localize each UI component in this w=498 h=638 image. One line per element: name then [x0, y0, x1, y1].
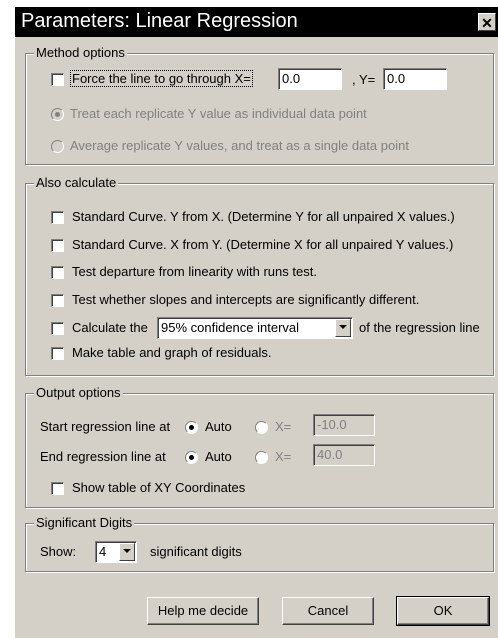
std-curve-y-from-x-label[interactable]: Standard Curve. Y from X. (Determine Y f… — [72, 209, 455, 224]
chevron-down-icon[interactable] — [119, 543, 135, 561]
start-regression-label: Start regression line at — [40, 419, 171, 434]
also-calculate-group: Also calculate Standard Curve. Y from X.… — [25, 175, 495, 377]
help-button-label: Help me decide — [157, 603, 249, 618]
interval-type-select[interactable]: 95% confidence interval — [157, 317, 353, 339]
ok-button-label: OK — [433, 603, 453, 618]
significant-digits-legend: Significant Digits — [34, 515, 135, 530]
calculate-interval-checkbox[interactable] — [51, 322, 64, 335]
method-options-legend: Method options — [34, 45, 127, 60]
treat-each-label[interactable]: Treat each replicate Y value as individu… — [70, 106, 367, 121]
residuals-checkbox[interactable] — [51, 347, 64, 360]
start-x-input[interactable]: -10.0 — [313, 414, 375, 436]
dialog-title: Parameters: Linear Regression — [21, 10, 298, 32]
title-bar[interactable]: Parameters: Linear Regression ✕ — [15, 7, 498, 37]
treat-each-radio[interactable] — [51, 108, 64, 121]
start-x-radio[interactable] — [255, 421, 268, 434]
calculate-the-label[interactable]: Calculate the — [72, 320, 148, 335]
help-me-decide-button[interactable]: Help me decide — [147, 597, 259, 625]
cancel-button[interactable]: Cancel — [282, 597, 374, 625]
close-button[interactable]: ✕ — [478, 13, 496, 31]
start-x-label[interactable]: X= — [275, 419, 291, 434]
average-replicates-label[interactable]: Average replicate Y values, and treat as… — [70, 138, 409, 153]
output-options-legend: Output options — [34, 385, 123, 400]
radio-selected-dot — [55, 112, 60, 117]
force-y-input[interactable]: 0.0 — [383, 68, 447, 90]
start-auto-label[interactable]: Auto — [205, 419, 232, 434]
digits-value: 4 — [99, 544, 107, 559]
average-replicates-radio[interactable] — [51, 140, 64, 153]
slopes-test-label[interactable]: Test whether slopes and intercepts are s… — [72, 292, 419, 307]
radio-selected-dot — [189, 455, 194, 460]
end-x-input[interactable]: 40.0 — [313, 444, 375, 466]
show-digits-label: Show: — [40, 544, 77, 559]
end-auto-radio[interactable] — [185, 451, 198, 464]
force-x-input[interactable]: 0.0 — [278, 68, 342, 90]
end-auto-label[interactable]: Auto — [205, 449, 232, 464]
std-curve-y-from-x-checkbox[interactable] — [51, 211, 64, 224]
runs-test-checkbox[interactable] — [51, 266, 64, 279]
end-x-radio[interactable] — [255, 451, 268, 464]
std-curve-x-from-y-checkbox[interactable] — [51, 239, 64, 252]
ok-button[interactable]: OK — [396, 596, 490, 626]
significant-digits-suffix: significant digits — [150, 544, 242, 559]
linear-regression-dialog: Parameters: Linear Regression ✕ Method o… — [14, 6, 498, 638]
show-xy-table-label[interactable]: Show table of XY Coordinates — [72, 480, 245, 495]
start-auto-radio[interactable] — [185, 421, 198, 434]
cancel-button-label: Cancel — [307, 603, 349, 618]
interval-type-value: 95% confidence interval — [161, 320, 300, 335]
force-line-checkbox[interactable] — [51, 73, 64, 86]
end-regression-label: End regression line at — [40, 449, 166, 464]
radio-selected-dot — [189, 425, 194, 430]
force-line-label[interactable]: Force the line to go through X= — [70, 70, 253, 87]
digits-select[interactable]: 4 — [95, 541, 137, 563]
method-options-group: Method options Force the line to go thro… — [25, 45, 495, 166]
chevron-down-icon[interactable] — [335, 319, 351, 337]
force-y-label: , Y= — [352, 72, 376, 87]
std-curve-x-from-y-label[interactable]: Standard Curve. X from Y. (Determine X f… — [72, 237, 453, 252]
output-options-group: Output options Start regression line at … — [25, 385, 495, 509]
residuals-label[interactable]: Make table and graph of residuals. — [72, 345, 271, 360]
runs-test-label[interactable]: Test departure from linearity with runs … — [72, 264, 317, 279]
also-calculate-legend: Also calculate — [34, 175, 119, 190]
of-regression-label: of the regression line — [359, 320, 480, 335]
close-icon: ✕ — [481, 15, 493, 31]
end-x-label[interactable]: X= — [275, 449, 291, 464]
slopes-test-checkbox[interactable] — [51, 294, 64, 307]
significant-digits-group: Significant Digits Show: 4 significant d… — [25, 515, 495, 573]
show-xy-table-checkbox[interactable] — [51, 482, 64, 495]
